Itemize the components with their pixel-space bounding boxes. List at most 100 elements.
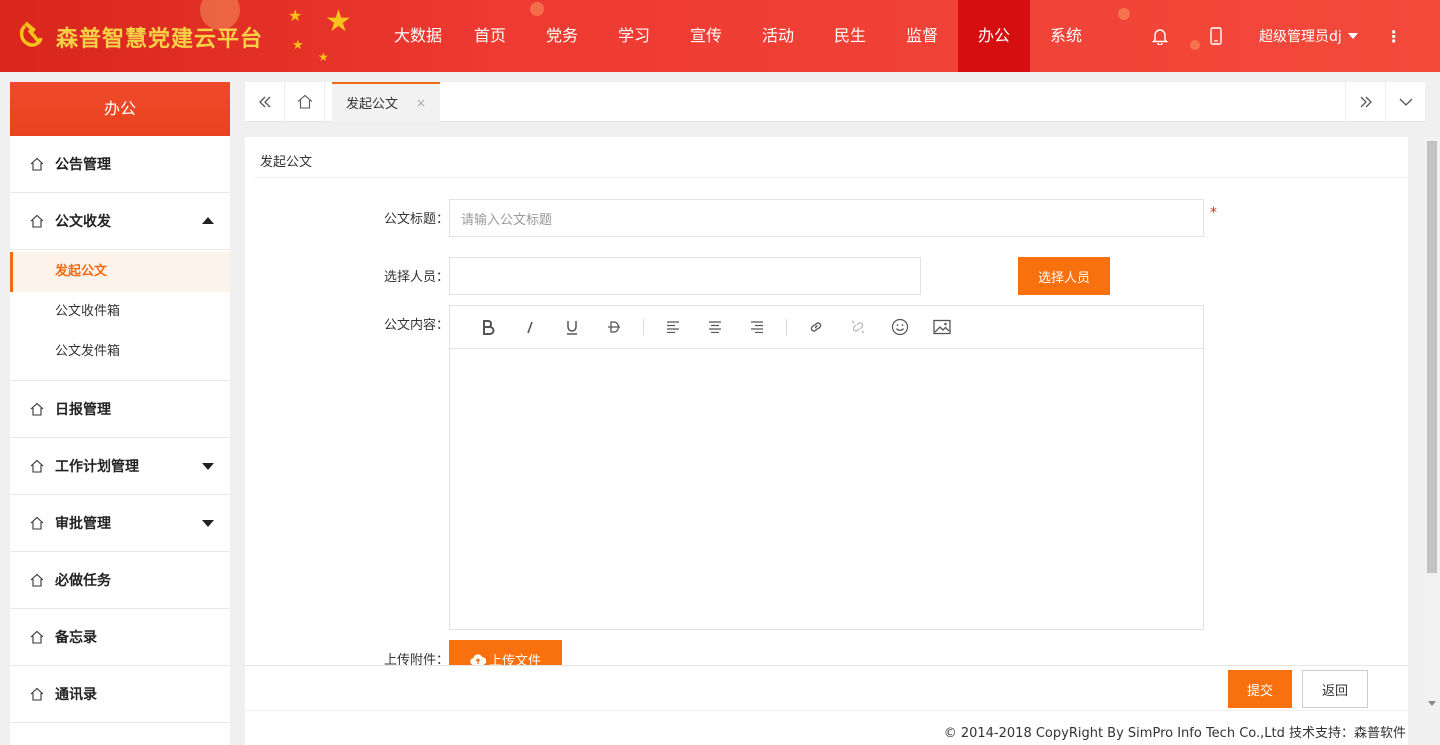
bold-icon[interactable] [467,312,509,342]
select-person-button[interactable]: 选择人员 [1018,257,1110,295]
hammer-sickle-icon [14,20,48,54]
sidebar-subitem-inbox[interactable]: 公文收件箱 [10,292,230,332]
chevron-down-icon [202,463,214,470]
tab-options-button[interactable] [1385,82,1425,122]
user-menu[interactable]: 超级管理员dj [1259,26,1358,46]
sidebar-item-label: 公告管理 [55,157,111,173]
nav-item-office[interactable]: 办公 [958,0,1030,72]
sidebar-item-label: 审批管理 [55,516,111,532]
main-nav: 大数据 首页 党务 学习 宣传 活动 民生 监督 办公 系统 [382,0,1102,72]
align-right-icon[interactable] [736,312,778,342]
required-mark: * [1210,205,1217,221]
nav-item-supervision[interactable]: 监督 [886,0,958,72]
sidebar-subitem-outbox[interactable]: 公文发件箱 [10,332,230,372]
header-toolbar: 超级管理员dj ⋮ [1140,0,1402,72]
nav-item-system[interactable]: 系统 [1030,0,1102,72]
back-button[interactable]: 返回 [1302,670,1368,708]
close-icon[interactable]: × [416,96,426,110]
nav-item-party-affairs[interactable]: 党务 [526,0,598,72]
editor-body[interactable] [450,349,1203,630]
chevron-down-icon [202,520,214,527]
sidebar-item-label: 公文收发 [55,214,111,230]
home-icon [30,516,44,530]
sidebar-item-required-tasks[interactable]: 必做任务 [10,552,230,609]
sidebar-item-memo[interactable]: 备忘录 [10,609,230,666]
chevron-down-icon [1399,98,1412,106]
unlink-icon[interactable] [837,312,879,342]
submit-button[interactable]: 提交 [1228,670,1292,708]
star-decoration: ★ [325,4,352,39]
sidebar-item-documents[interactable]: 公文收发 [10,193,230,250]
content-label: 公文内容： [383,318,449,333]
star-decoration: ★ [292,38,304,53]
scrollbar-thumb[interactable] [1427,141,1437,573]
nav-item-bigdata[interactable]: 大数据 [382,0,454,72]
home-icon [30,459,44,473]
home-icon [297,94,312,109]
nav-item-study[interactable]: 学习 [598,0,670,72]
star-decoration: ★ [318,50,329,64]
align-left-icon[interactable] [652,312,694,342]
user-name: 超级管理员dj [1259,29,1342,45]
nav-item-home[interactable]: 首页 [454,0,526,72]
image-icon[interactable] [921,312,963,342]
bell-icon[interactable] [1140,27,1180,45]
person-label: 选择人员： [383,270,449,285]
tab-label: 发起公文 [346,97,399,112]
vertical-scrollbar[interactable] [1424,137,1440,710]
star-decoration: ★ [288,6,303,25]
form-panel: 发起公文 公文标题： 请输入公文标题 * 选择人员： 选择人员 公文内容： 上传… [245,137,1408,665]
upload-file-button[interactable]: 上传文件 [449,640,562,665]
form-action-bar: 提交 返回 [245,665,1408,710]
top-header: ★ ★ ★ ★ 森普智慧党建云平台 大数据 首页 党务 学习 宣传 活动 民生 … [0,0,1440,72]
sidebar-subitem-new-document[interactable]: 发起公文 [10,252,230,292]
sidebar-item-contacts[interactable]: 通讯录 [10,666,230,723]
copyright-text: © 2014-2018 CopyRight By SimPro Info Tec… [943,726,1406,741]
form-heading: 发起公文 [260,155,313,170]
sidebar-item-daily-report[interactable]: 日报管理 [10,381,230,438]
home-icon [30,687,44,701]
sidebar-item-approval[interactable]: 审批管理 [10,495,230,552]
home-icon [30,573,44,587]
strikethrough-icon[interactable] [593,312,635,342]
tab-bar: 发起公文 × [245,81,1425,122]
app-title: 森普智慧党建云平台 [56,27,264,52]
title-label: 公文标题： [383,212,449,227]
app-logo[interactable]: 森普智慧党建云平台 [14,20,263,54]
align-center-icon[interactable] [694,312,736,342]
sidebar-item-label: 备忘录 [55,630,97,646]
nav-item-activity[interactable]: 活动 [742,0,814,72]
more-icon[interactable]: ⋮ [1386,27,1402,46]
chevron-down-icon [1347,33,1358,39]
scroll-tabs-right-button[interactable] [1345,82,1385,122]
tab-new-document[interactable]: 发起公文 × [332,81,441,122]
link-icon[interactable] [795,312,837,342]
italic-icon[interactable] [509,312,551,342]
title-input[interactable]: 请输入公文标题 [449,199,1204,237]
mobile-icon[interactable] [1196,27,1236,45]
upload-label: 上传文件 [488,653,541,666]
sidebar-item-announcements[interactable]: 公告管理 [10,136,230,193]
scroll-tabs-left-button[interactable] [245,81,285,122]
sidebar-title: 办公 [10,82,230,136]
person-input[interactable] [449,257,921,295]
editor-toolbar [450,306,1203,349]
double-chevron-left-icon [258,96,270,107]
chevron-up-icon [202,217,214,224]
sidebar-item-label: 通讯录 [55,687,97,703]
home-icon [30,214,44,228]
sidebar-item-label: 日报管理 [55,402,111,418]
underline-icon[interactable] [551,312,593,342]
sidebar-item-label: 工作计划管理 [55,459,139,475]
home-icon [30,402,44,416]
nav-item-publicity[interactable]: 宣传 [670,0,742,72]
title-placeholder: 请输入公文标题 [461,212,553,228]
home-tab-button[interactable] [285,81,325,122]
sidebar-item-label: 必做任务 [55,573,111,589]
rich-text-editor [449,305,1204,630]
nav-item-livelihood[interactable]: 民生 [814,0,886,72]
sidebar-item-work-plan[interactable]: 工作计划管理 [10,438,230,495]
attach-label: 上传附件： [383,653,449,665]
emoji-icon[interactable] [879,312,921,342]
scroll-down-icon[interactable] [1428,701,1436,706]
